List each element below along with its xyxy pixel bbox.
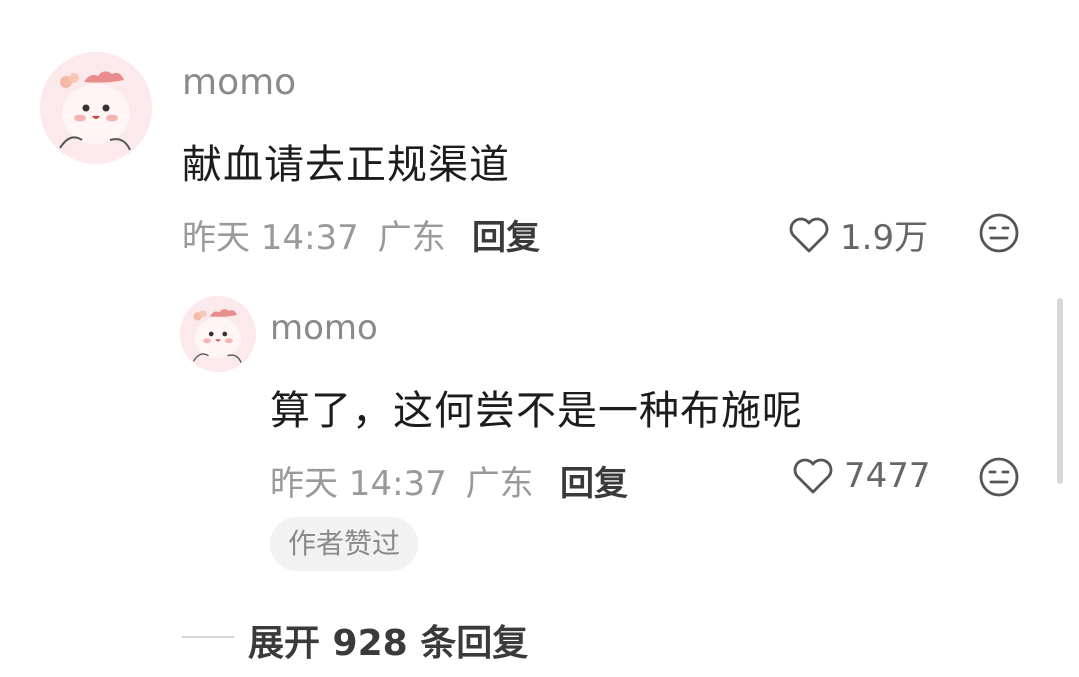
- comment-location: 广东: [377, 218, 446, 258]
- meh-face-icon[interactable]: [978, 212, 1020, 254]
- expand-replies-button[interactable]: 展开 928 条回复: [248, 614, 528, 666]
- expand-divider: [182, 636, 234, 638]
- reply-like-count: 7477: [844, 456, 931, 496]
- meh-face-icon[interactable]: [978, 456, 1020, 498]
- scrollbar[interactable]: [1057, 298, 1063, 484]
- reply-text: 算了，这何尝不是一种布施呢: [270, 388, 803, 434]
- author-liked-badge: 作者赞过: [270, 517, 419, 571]
- comment-text: 献血请去正规渠道: [182, 142, 510, 188]
- reply-like-button[interactable]: 7477: [792, 456, 931, 496]
- heart-outline-icon: [792, 457, 834, 495]
- reply-username[interactable]: momo: [270, 308, 378, 348]
- comment-time: 昨天 14:37: [182, 218, 359, 258]
- comment-meta: 昨天 14:37 广东: [182, 210, 446, 259]
- comment-username[interactable]: momo: [182, 62, 296, 103]
- heart-outline-icon: [788, 216, 830, 254]
- avatar[interactable]: [40, 52, 152, 164]
- comment-like-count: 1.9万: [840, 218, 929, 258]
- comment-like-button[interactable]: 1.9万: [788, 210, 928, 259]
- reply-reply-button[interactable]: 回复: [560, 456, 628, 505]
- avatar-illustration: [40, 52, 152, 164]
- reply-meta: 昨天 14:37 广东: [270, 456, 534, 505]
- reply-avatar[interactable]: [180, 296, 256, 372]
- reply-location: 广东: [465, 464, 534, 504]
- reply-time: 昨天 14:37: [270, 464, 447, 504]
- avatar-illustration: [180, 296, 256, 372]
- comment-reply-button[interactable]: 回复: [472, 210, 540, 259]
